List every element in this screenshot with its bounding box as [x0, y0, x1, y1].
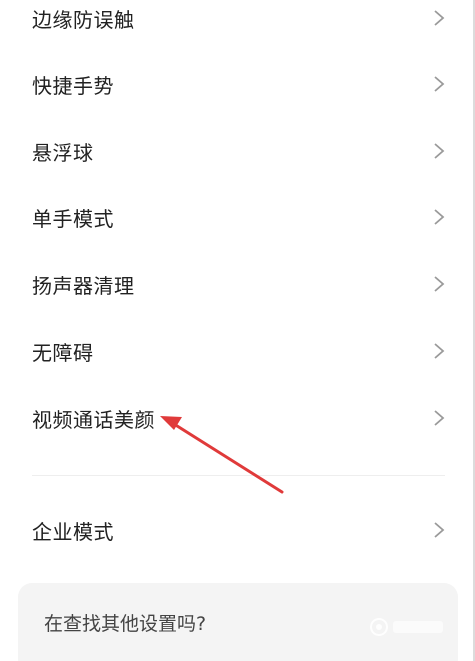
- menu-item-label: 边缘防误触: [32, 7, 135, 32]
- menu-item-label: 企业模式: [32, 519, 114, 544]
- chevron-right-icon: [434, 76, 445, 92]
- menu-item-label: 单手模式: [32, 206, 114, 231]
- menu-item-quick-gestures[interactable]: 快捷手势: [0, 51, 475, 117]
- menu-item-enterprise-mode[interactable]: 企业模式: [0, 497, 475, 563]
- menu-item-label: 扬声器清理: [32, 273, 135, 298]
- menu-item-one-hand-mode[interactable]: 单手模式: [0, 184, 475, 250]
- menu-item-edge-protection[interactable]: 边缘防误触: [0, 0, 475, 51]
- menu-item-video-call-beauty[interactable]: 视频通话美颜: [0, 385, 475, 451]
- menu-item-speaker-clean[interactable]: 扬声器清理: [0, 251, 475, 317]
- menu-item-label: 无障碍: [32, 340, 94, 365]
- menu-item-label: 视频通话美颜: [32, 407, 155, 432]
- settings-screen: 边缘防误触 快捷手势 悬浮球 单手模式 扬声器清理 无障碍 视频通话美颜 企业模…: [0, 0, 475, 661]
- menu-item-label: 快捷手势: [32, 73, 114, 98]
- search-suggestion-text: 在查找其他设置吗?: [44, 613, 207, 635]
- chevron-right-icon: [434, 10, 445, 26]
- chevron-right-icon: [434, 522, 445, 538]
- chevron-right-icon: [434, 276, 445, 292]
- chevron-right-icon: [434, 143, 445, 159]
- menu-item-accessibility[interactable]: 无障碍: [0, 318, 475, 384]
- chevron-right-icon: [434, 410, 445, 426]
- section-divider: [32, 475, 445, 476]
- menu-item-floating-ball[interactable]: 悬浮球: [0, 118, 475, 184]
- menu-item-label: 悬浮球: [32, 140, 94, 165]
- baidu-watermark-logo: [370, 618, 443, 636]
- chevron-right-icon: [434, 343, 445, 359]
- chevron-right-icon: [434, 209, 445, 225]
